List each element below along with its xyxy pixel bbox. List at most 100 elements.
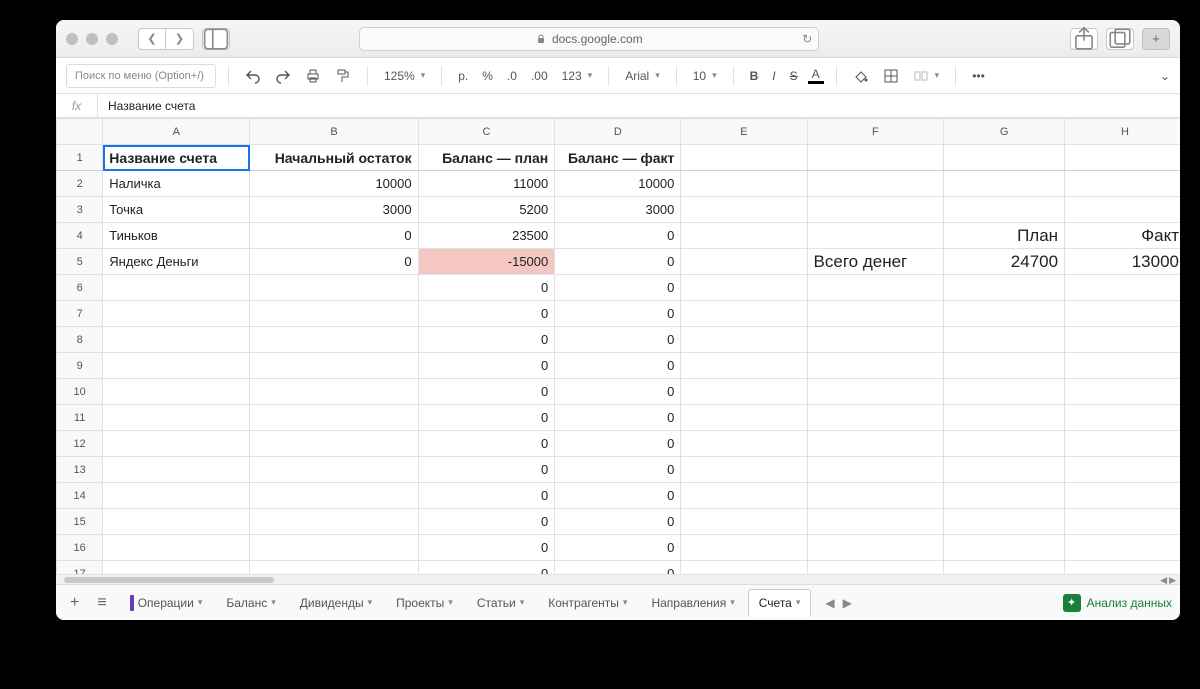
column-header-H[interactable]: H (1065, 119, 1180, 145)
cell-F14[interactable] (807, 483, 944, 509)
cell-A15[interactable] (103, 509, 250, 535)
sheet-scroll-left-icon[interactable]: ◀ (825, 596, 834, 610)
close-window-icon[interactable] (66, 33, 78, 45)
row-header-4[interactable]: 4 (57, 223, 103, 249)
cell-B8[interactable] (250, 327, 418, 353)
cell-F17[interactable] (807, 561, 944, 575)
scroll-thumb[interactable] (64, 577, 274, 583)
cell-H10[interactable] (1065, 379, 1180, 405)
explore-button[interactable]: ✦ Анализ данных (1063, 594, 1172, 612)
percent-format-button[interactable]: % (478, 67, 497, 85)
cell-G15[interactable] (944, 509, 1065, 535)
row-header-9[interactable]: 9 (57, 353, 103, 379)
cell-B14[interactable] (250, 483, 418, 509)
address-bar[interactable]: docs.google.com ↻ (359, 27, 819, 51)
cell-F10[interactable] (807, 379, 944, 405)
cell-G17[interactable] (944, 561, 1065, 575)
cell-G14[interactable] (944, 483, 1065, 509)
zoom-window-icon[interactable] (106, 33, 118, 45)
cell-C16[interactable]: 0 (418, 535, 555, 561)
cell-D11[interactable]: 0 (555, 405, 681, 431)
share-button[interactable] (1070, 28, 1098, 50)
cell-D12[interactable]: 0 (555, 431, 681, 457)
cell-D8[interactable]: 0 (555, 327, 681, 353)
tab-menu-icon[interactable]: ▾ (520, 597, 525, 608)
sheet-tab-Баланс[interactable]: Баланс▾ (215, 589, 286, 617)
cell-H8[interactable] (1065, 327, 1180, 353)
cell-C7[interactable]: 0 (418, 301, 555, 327)
strikethrough-button[interactable]: S (786, 67, 802, 85)
cell-H15[interactable] (1065, 509, 1180, 535)
column-header-D[interactable]: D (555, 119, 681, 145)
cell-G5[interactable]: 24700 (944, 249, 1065, 275)
cell-C5[interactable]: -15000 (418, 249, 555, 275)
column-header-C[interactable]: C (418, 119, 555, 145)
cell-C1[interactable]: Баланс — план (418, 145, 555, 171)
cell-E4[interactable] (681, 223, 807, 249)
sheet-tab-Проекты[interactable]: Проекты▾ (385, 589, 464, 617)
row-header-8[interactable]: 8 (57, 327, 103, 353)
row-header-12[interactable]: 12 (57, 431, 103, 457)
row-header-17[interactable]: 17 (57, 561, 103, 575)
cell-H9[interactable] (1065, 353, 1180, 379)
cell-B16[interactable] (250, 535, 418, 561)
cell-E3[interactable] (681, 197, 807, 223)
tab-menu-icon[interactable]: ▾ (368, 597, 373, 608)
cell-H2[interactable] (1065, 171, 1180, 197)
row-header-14[interactable]: 14 (57, 483, 103, 509)
row-header-16[interactable]: 16 (57, 535, 103, 561)
cell-E16[interactable] (681, 535, 807, 561)
cell-F9[interactable] (807, 353, 944, 379)
cell-H7[interactable] (1065, 301, 1180, 327)
cell-E13[interactable] (681, 457, 807, 483)
cell-D10[interactable]: 0 (555, 379, 681, 405)
zoom-dropdown[interactable]: 125% (380, 67, 429, 85)
undo-button[interactable] (241, 66, 265, 86)
sheet-tab-Дивиденды[interactable]: Дивиденды▾ (289, 589, 383, 617)
tab-menu-icon[interactable]: ▾ (448, 597, 453, 608)
cell-E7[interactable] (681, 301, 807, 327)
cell-E1[interactable] (681, 145, 807, 171)
forward-button[interactable]: ❯ (166, 28, 194, 50)
more-formats-dropdown[interactable]: 123 (558, 67, 597, 85)
cell-D9[interactable]: 0 (555, 353, 681, 379)
cell-G4[interactable]: План (944, 223, 1065, 249)
cell-D5[interactable]: 0 (555, 249, 681, 275)
cell-F11[interactable] (807, 405, 944, 431)
row-header-6[interactable]: 6 (57, 275, 103, 301)
cell-H11[interactable] (1065, 405, 1180, 431)
cell-C13[interactable]: 0 (418, 457, 555, 483)
cell-C15[interactable]: 0 (418, 509, 555, 535)
italic-button[interactable]: I (768, 67, 779, 85)
cell-E2[interactable] (681, 171, 807, 197)
column-header-F[interactable]: F (807, 119, 944, 145)
sheet-scroll[interactable]: ◀ ▶ (825, 596, 851, 610)
more-button[interactable]: ••• (968, 67, 989, 85)
cell-A3[interactable]: Точка (103, 197, 250, 223)
row-header-7[interactable]: 7 (57, 301, 103, 327)
cell-G1[interactable] (944, 145, 1065, 171)
cell-C3[interactable]: 5200 (418, 197, 555, 223)
row-header-2[interactable]: 2 (57, 171, 103, 197)
cell-F2[interactable] (807, 171, 944, 197)
tab-menu-icon[interactable]: ▾ (730, 597, 735, 608)
sheet-tab-Статьи[interactable]: Статьи▾ (466, 589, 535, 617)
back-button[interactable]: ❮ (138, 28, 166, 50)
cell-E12[interactable] (681, 431, 807, 457)
cell-A12[interactable] (103, 431, 250, 457)
column-header-G[interactable]: G (944, 119, 1065, 145)
decrease-decimal-button[interactable]: .0 (503, 67, 521, 85)
cell-D16[interactable]: 0 (555, 535, 681, 561)
cell-A14[interactable] (103, 483, 250, 509)
sidebar-button[interactable] (202, 28, 230, 50)
cell-G2[interactable] (944, 171, 1065, 197)
cell-G8[interactable] (944, 327, 1065, 353)
reload-icon[interactable]: ↻ (802, 32, 812, 46)
cell-B5[interactable]: 0 (250, 249, 418, 275)
tab-menu-icon[interactable]: ▾ (198, 597, 203, 608)
cell-A17[interactable] (103, 561, 250, 575)
sheet-tab-Счета[interactable]: Счета▾ (748, 589, 812, 617)
redo-button[interactable] (271, 66, 295, 86)
cell-C9[interactable]: 0 (418, 353, 555, 379)
row-header-10[interactable]: 10 (57, 379, 103, 405)
